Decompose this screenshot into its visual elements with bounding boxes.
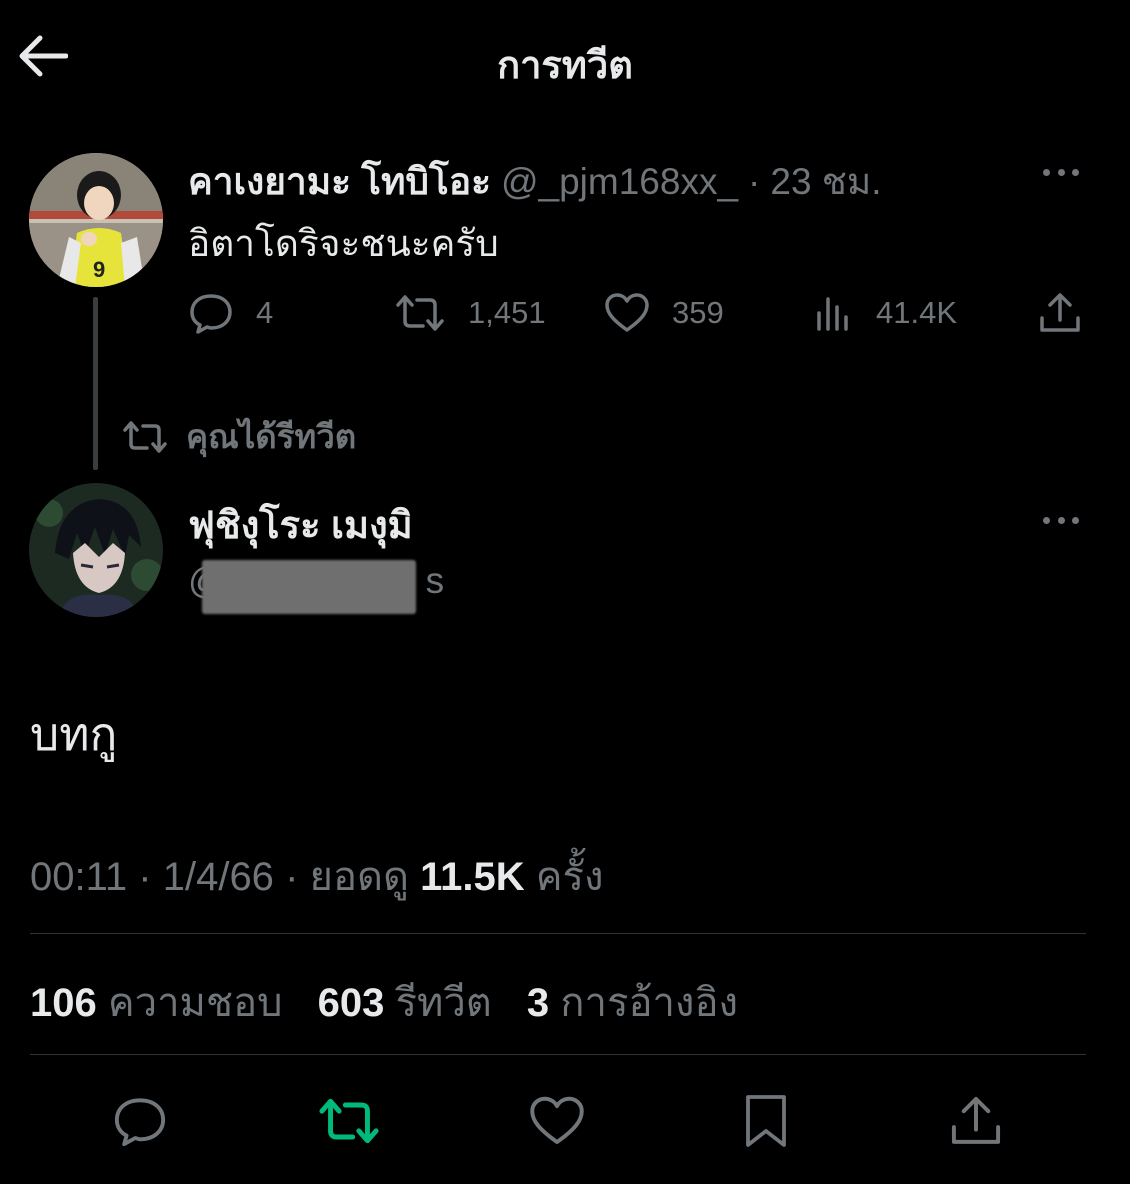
- tweet-text: บทกู: [30, 708, 118, 760]
- dot-separator: ·: [138, 855, 152, 899]
- views-bar-icon: [817, 297, 848, 331]
- page-title: การทวีต: [497, 45, 633, 87]
- retweet-icon: [396, 295, 444, 331]
- views-value: 11.5K: [420, 855, 525, 899]
- reply-bubble-icon: [114, 1098, 166, 1147]
- views-suffix: ครั้ง: [535, 855, 604, 899]
- quotes-label: การอ้างอิง: [560, 981, 739, 1025]
- quoted-author-name[interactable]: คาเงยามะ โทบิโอะ: [188, 152, 491, 211]
- likes-stat[interactable]: 106 ความชอบ: [30, 981, 282, 1025]
- retweet-button[interactable]: [314, 1086, 384, 1156]
- views-label: ยอดดู: [309, 855, 409, 899]
- more-dots-icon[interactable]: [1037, 508, 1085, 532]
- reply-bubble-icon: [190, 294, 232, 334]
- like-button[interactable]: [522, 1086, 592, 1156]
- share-button[interactable]: [1038, 286, 1082, 340]
- heart-icon: [530, 1096, 584, 1145]
- dot-separator: ·: [748, 161, 761, 202]
- quoted-tweet-time[interactable]: 23 ชม.: [770, 152, 881, 211]
- view-count: 41.4K: [876, 295, 958, 330]
- retweets-label: รีทวีต: [395, 981, 492, 1025]
- bookmark-icon: [746, 1095, 786, 1147]
- retweet-icon: [123, 420, 167, 453]
- likes-value: 106: [30, 981, 97, 1025]
- svg-text:9: 9: [93, 257, 105, 282]
- retweet-icon: [319, 1098, 379, 1144]
- divider: [30, 933, 1086, 934]
- likes-label: ความชอบ: [107, 981, 283, 1025]
- tweet-meta: 00:11 · 1/4/66 · ยอดดู 11.5K ครั้ง: [30, 844, 604, 908]
- reply-button[interactable]: 4: [188, 286, 273, 340]
- dot-separator: ·: [285, 855, 299, 899]
- retweets-value: 603: [317, 981, 385, 1025]
- quotes-value: 3: [526, 981, 550, 1025]
- quotes-stat[interactable]: 3 การอ้างอิง: [527, 981, 738, 1025]
- retweet-button[interactable]: 1,451: [394, 286, 546, 340]
- more-dots-icon[interactable]: [1037, 160, 1085, 184]
- engagement-stats: 106 ความชอบ 603 รีทวีต 3 การอ้างอิง: [30, 970, 762, 1034]
- reply-count: 4: [256, 295, 274, 330]
- divider: [30, 1054, 1086, 1055]
- quoted-author-handle[interactable]: @_pjm168xx_: [501, 161, 738, 203]
- you-retweeted-label: คุณได้รีทวีต: [122, 410, 356, 463]
- like-count: 359: [672, 295, 724, 330]
- author-avatar[interactable]: [29, 483, 163, 617]
- share-button[interactable]: [941, 1086, 1011, 1156]
- quoted-tweet-header: คาเงยามะ โทบิโอะ @_pjm168xx_ · 23 ชม.: [188, 152, 882, 211]
- tweet-action-bar: [0, 1086, 1130, 1156]
- top-bar: การทวีต: [0, 0, 1130, 112]
- bookmark-button[interactable]: [731, 1086, 801, 1156]
- like-button[interactable]: 359: [604, 286, 724, 340]
- reply-button[interactable]: [105, 1086, 175, 1156]
- handle-redaction: [202, 560, 416, 614]
- quoted-tweet-actions: 4 1,451 359 41.4K: [186, 286, 1086, 340]
- retweet-count: 1,451: [468, 295, 546, 330]
- share-icon: [1040, 293, 1080, 332]
- handle-suffix: s: [425, 560, 445, 601]
- retweet-label-text: คุณได้รีทวีต: [186, 418, 357, 455]
- quoted-tweet-text: อิตาโดริจะชนะครับ: [188, 223, 499, 264]
- share-icon: [951, 1096, 1001, 1144]
- tweet-time[interactable]: 00:11: [30, 855, 127, 899]
- tweet-date[interactable]: 1/4/66: [163, 855, 274, 899]
- quoted-author-avatar[interactable]: 9: [29, 153, 163, 287]
- views-button[interactable]: 41.4K: [814, 286, 957, 340]
- author-name[interactable]: ฟุชิงุโระ เมงุมิ: [188, 494, 413, 555]
- thread-connector: [93, 297, 98, 470]
- heart-icon: [605, 293, 649, 332]
- retweets-stat[interactable]: 603 รีทวีต: [318, 981, 492, 1025]
